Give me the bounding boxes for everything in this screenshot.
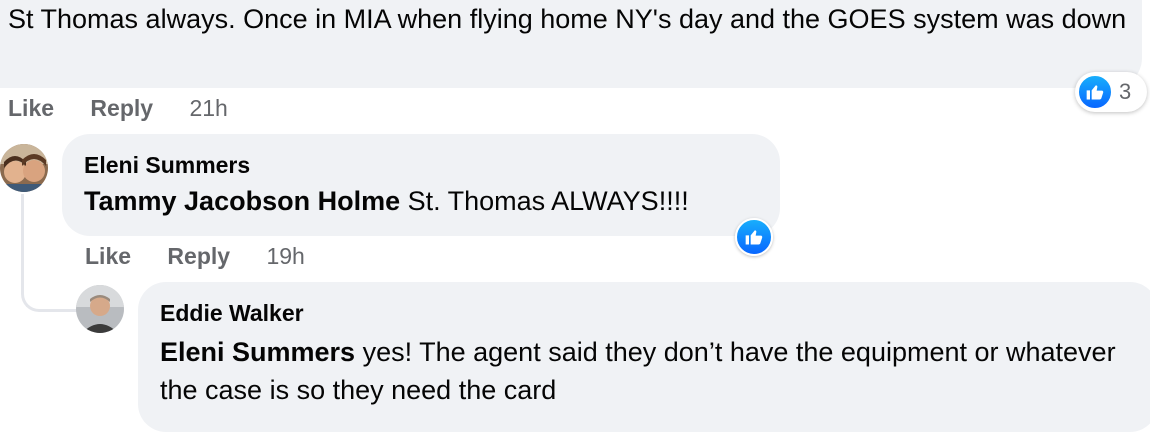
like-reaction-icon: [1077, 74, 1113, 110]
top-comment-reactions[interactable]: 3: [1075, 72, 1147, 112]
reply-eleni-message: St. Thomas ALWAYS!!!!: [400, 186, 689, 216]
reply-eddie-text: Eleni Summers yes! The agent said they d…: [160, 333, 1130, 409]
eddie-walker-avatar[interactable]: [76, 285, 124, 333]
top-comment-timestamp[interactable]: 21h: [189, 95, 227, 121]
reply-eleni-like-reaction-icon[interactable]: [735, 218, 773, 256]
top-comment-text: St Thomas always. Once in MIA when flyin…: [8, 4, 1127, 34]
eleni-summers-avatar[interactable]: [0, 144, 48, 192]
top-like-button[interactable]: Like: [8, 95, 54, 121]
reply-eleni-like-button[interactable]: Like: [85, 243, 131, 269]
top-comment-reaction-count: 3: [1119, 79, 1132, 104]
reply-eleni-reply-button[interactable]: Reply: [167, 243, 230, 269]
top-comment-actions: Like Reply 21h: [8, 95, 228, 121]
top-reply-button[interactable]: Reply: [90, 95, 153, 121]
reply-eleni-text: Tammy Jacobson Holme St. Thomas ALWAYS!!…: [84, 182, 689, 220]
reply-eddie-author[interactable]: Eddie Walker: [160, 299, 304, 327]
reply-eleni-actions: Like Reply 19h: [85, 243, 305, 269]
reply-eleni-mention[interactable]: Tammy Jacobson Holme: [84, 186, 400, 216]
reply-eleni-timestamp[interactable]: 19h: [266, 243, 304, 269]
reply-eddie-bubble: Eddie Walker Eleni Summers yes! The agen…: [138, 282, 1150, 432]
reply-eleni-author[interactable]: Eleni Summers: [84, 151, 250, 179]
reply-eddie-mention[interactable]: Eleni Summers: [160, 337, 355, 367]
reply-eleni-bubble: Eleni Summers Tammy Jacobson Holme St. T…: [62, 134, 780, 236]
